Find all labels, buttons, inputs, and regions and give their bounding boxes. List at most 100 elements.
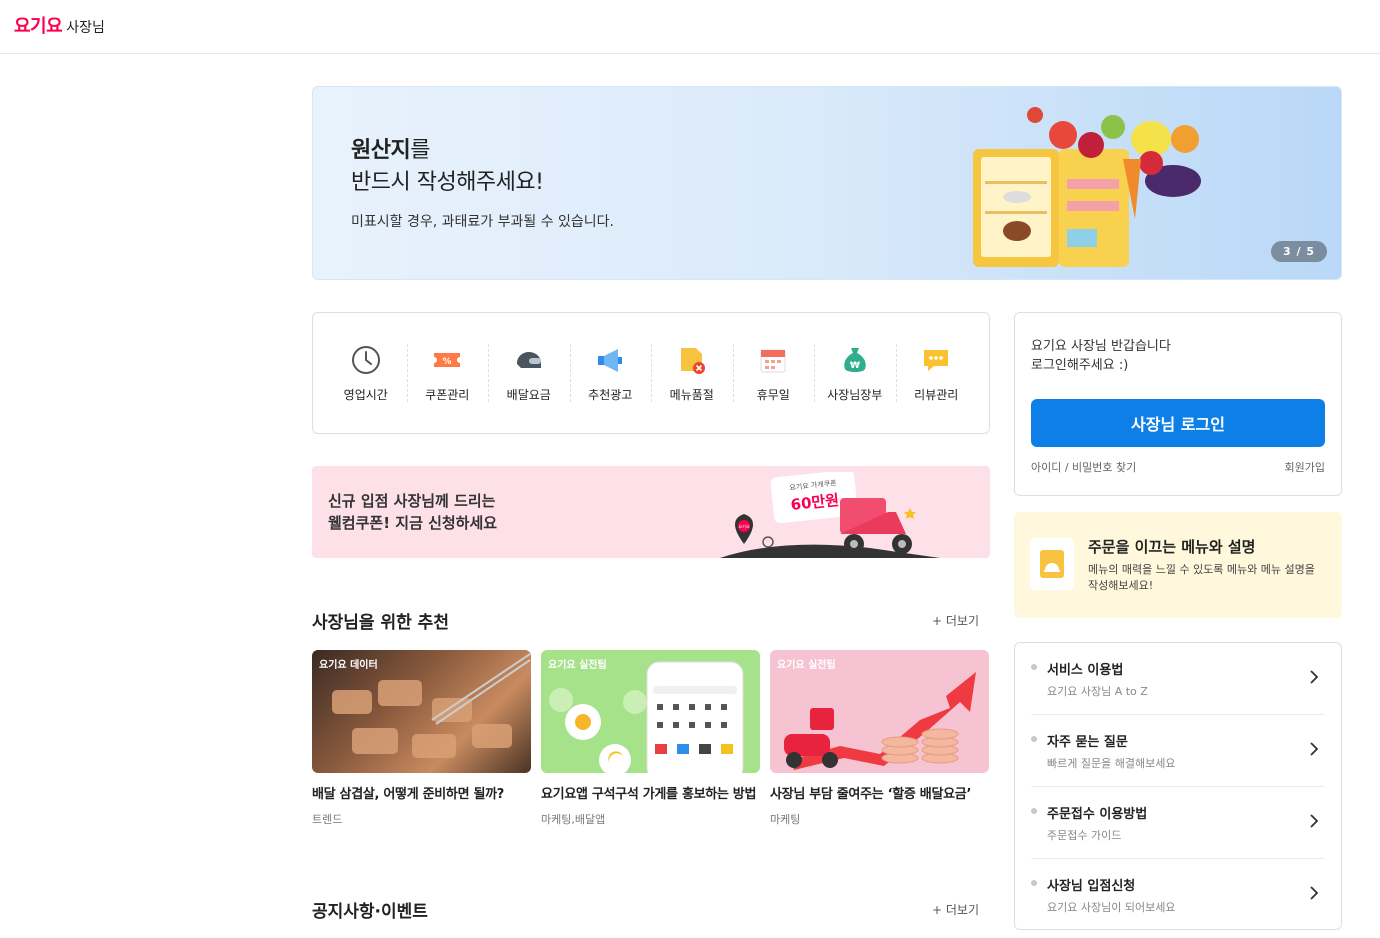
login-panel: 요기요 사장님 반갑습니다 로그인해주세요 :) 사장님 로그인 아이디 / 비… <box>1014 312 1342 496</box>
more-label: 더보기 <box>945 903 980 917</box>
login-greeting-line1: 요기요 사장님 반갑습니다 <box>1031 339 1171 354</box>
link-title: 주문접수 이용방법 <box>1047 807 1148 822</box>
bullet-dot <box>1031 880 1037 886</box>
clock-icon <box>351 345 380 374</box>
tip-title: 주문을 이끄는 메뉴와 설명 <box>1088 538 1256 556</box>
quick-item-recommend-ad[interactable]: 추천광고 <box>569 343 652 403</box>
chevron-right-icon <box>1310 886 1319 900</box>
link-title: 자주 묻는 질문 <box>1047 735 1128 750</box>
card-tag: 요기요 데이터 <box>319 660 378 671</box>
card-category: 마케팅,배달앱 <box>541 813 606 826</box>
coupon-icon: % <box>434 352 461 367</box>
promo-text: 신규 입점 사장님께 드리는 웰컴쿠폰! 지금 신청하세요 <box>328 490 497 534</box>
chevron-right-icon <box>1310 742 1319 756</box>
quick-item-label: 배달요금 <box>506 387 551 402</box>
logo[interactable]: 요기요 사장님 <box>14 12 105 38</box>
tip-description: 메뉴의 매력을 느낄 수 있도록 메뉴와 메뉴 설명을 작성해보세요! <box>1088 563 1315 592</box>
help-links-panel: 서비스 이용법 요기요 사장님 A to Z 자주 묻는 질문 빠르게 질문을 … <box>1014 642 1342 930</box>
find-id-password-link[interactable]: 아이디 / 비밀번호 찾기 <box>1031 459 1136 475</box>
card-tag: 요기요 실전팁 <box>548 660 607 671</box>
quick-item-label: 추천광고 <box>588 387 633 402</box>
login-greeting: 요기요 사장님 반갑습니다 로그인해주세요 :) <box>1031 337 1171 375</box>
link-store-apply[interactable]: 사장님 입점신청 요기요 사장님이 되어보세요 <box>1031 859 1325 931</box>
hero-title-bold: 원산지 <box>351 138 411 163</box>
link-subtitle: 요기요 사장님이 되어보세요 <box>1047 901 1176 914</box>
hero-pager[interactable]: 3 / 5 <box>1271 241 1327 262</box>
recommend-card[interactable]: 요기요 실전팁 사장님 부담 줄여주는 ‘할증 배달요금’ 마케팅 <box>770 650 991 827</box>
hero-title-line2: 반드시 작성해주세요! <box>351 170 544 195</box>
more-label: 더보기 <box>945 614 980 628</box>
menu-board-icon <box>1040 550 1064 578</box>
promo-line1: 신규 입점 사장님께 드리는 <box>328 492 496 510</box>
quick-item-label: 휴무일 <box>756 387 790 402</box>
quick-item-holiday[interactable]: 휴무일 <box>732 343 815 403</box>
quick-item-label: 사장님장부 <box>827 387 883 402</box>
tip-icon-box <box>1030 538 1074 590</box>
plus-icon: + <box>932 903 943 917</box>
svg-text:₩: ₩ <box>850 361 860 371</box>
hero-description: 미표시할 경우, 과태료가 부과될 수 있습니다. <box>351 214 614 230</box>
card-thumbnail: 요기요 실전팁 <box>541 650 760 773</box>
hero-banner[interactable]: 원산지를 반드시 작성해주세요! 미표시할 경우, 과태료가 부과될 수 있습니… <box>312 86 1342 280</box>
link-title: 사장님 입점신청 <box>1047 879 1136 894</box>
quick-item-business-hours[interactable]: 영업시간 <box>325 344 407 403</box>
hero-title: 원산지를 반드시 작성해주세요! <box>351 135 544 199</box>
card-title: 사장님 부담 줄여주는 ‘할증 배달요금’ <box>770 787 972 802</box>
menu-tip-banner[interactable]: 주문을 이끄는 메뉴와 설명 메뉴의 매력을 느낄 수 있도록 메뉴와 메뉴 설… <box>1014 512 1342 618</box>
top-bar: 요기요 사장님 <box>0 0 1380 54</box>
money-bag-icon: ₩ <box>844 347 866 372</box>
card-thumbnail: 요기요 데이터 <box>312 650 531 773</box>
quick-item-label: 메뉴품절 <box>669 387 714 402</box>
welcome-coupon-banner[interactable]: 신규 입점 사장님께 드리는 웰컴쿠폰! 지금 신청하세요 요기요 가게쿠폰 6… <box>312 466 990 558</box>
notice-section-title: 공지사항·이벤트 <box>312 902 428 922</box>
quick-item-label: 영업시간 <box>343 387 388 402</box>
link-title: 서비스 이용법 <box>1047 663 1124 678</box>
chevron-right-icon <box>1310 670 1319 684</box>
recommend-section-title: 사장님을 위한 추천 <box>312 613 449 633</box>
fridge-vegetables-illustration <box>973 107 1201 267</box>
login-greeting-line2: 로그인해주세요 :) <box>1031 358 1129 373</box>
link-faq[interactable]: 자주 묻는 질문 빠르게 질문을 해결해보세요 <box>1031 715 1325 787</box>
link-service-guide[interactable]: 서비스 이용법 요기요 사장님 A to Z <box>1031 643 1325 715</box>
card-category: 트렌드 <box>312 813 343 826</box>
chevron-right-icon <box>1310 814 1319 828</box>
hero-title-rest: 를 <box>410 138 430 163</box>
quick-item-ledger[interactable]: ₩ 사장님장부 <box>814 343 896 403</box>
bullet-dot <box>1031 736 1037 742</box>
delivery-scooter-illustration: 요기요 가게쿠폰 60만원 요기요 <box>720 472 940 558</box>
recommend-card[interactable]: 요기요 실전팁 요기요앱 구석구석 가게를 홍보하는 방법 마케팅,배달앱 <box>541 650 762 827</box>
calendar-icon <box>760 349 786 372</box>
quick-menu: 영업시간 % 쿠폰관리 배달요금 추천광고 메뉴품절 휴무일 ₩ 사장님장부 리… <box>312 312 990 434</box>
sold-out-icon <box>680 347 705 374</box>
promo-line2: 웰컴쿠폰! 지금 신청하세요 <box>328 514 498 532</box>
owner-login-button[interactable]: 사장님 로그인 <box>1031 399 1325 447</box>
recommend-card[interactable]: 요기요 데이터 배달 삼겹살, 어떻게 준비하면 될까? 트렌드 <box>312 650 533 827</box>
card-thumbnail: 요기요 실전팁 <box>770 650 989 773</box>
svg-text:%: % <box>443 357 452 367</box>
sign-up-link[interactable]: 회원가입 <box>1285 459 1325 475</box>
helmet-icon <box>516 351 541 368</box>
quick-item-menu-soldout[interactable]: 메뉴품절 <box>651 343 733 403</box>
card-title: 배달 삼겹살, 어떻게 준비하면 될까? <box>312 787 505 802</box>
link-subtitle: 빠르게 질문을 해결해보세요 <box>1047 757 1176 770</box>
notice-more-link[interactable]: + 더보기 <box>932 901 979 918</box>
recommend-more-link[interactable]: + 더보기 <box>932 612 979 629</box>
link-subtitle: 주문접수 가이드 <box>1047 829 1122 842</box>
bullet-dot <box>1031 664 1037 670</box>
link-subtitle: 요기요 사장님 A to Z <box>1047 685 1148 698</box>
card-tag: 요기요 실전팁 <box>777 660 836 671</box>
card-category: 마케팅 <box>770 813 801 826</box>
plus-icon: + <box>932 614 943 628</box>
map-pin-label: 요기요 <box>738 523 749 529</box>
link-order-reception[interactable]: 주문접수 이용방법 주문접수 가이드 <box>1031 787 1325 859</box>
quick-item-delivery-fee[interactable]: 배달요금 <box>488 343 570 403</box>
review-bubble-icon <box>924 349 949 371</box>
megaphone-icon <box>598 348 623 372</box>
quick-item-label: 쿠폰관리 <box>425 387 470 402</box>
logo-brand: 요기요 <box>14 16 63 37</box>
logo-subtitle: 사장님 <box>66 20 105 36</box>
quick-item-coupon[interactable]: % 쿠폰관리 <box>406 343 489 403</box>
bullet-dot <box>1031 808 1037 814</box>
card-title: 요기요앱 구석구석 가게를 홍보하는 방법 <box>541 787 757 802</box>
quick-item-review[interactable]: 리뷰관리 <box>895 343 978 403</box>
